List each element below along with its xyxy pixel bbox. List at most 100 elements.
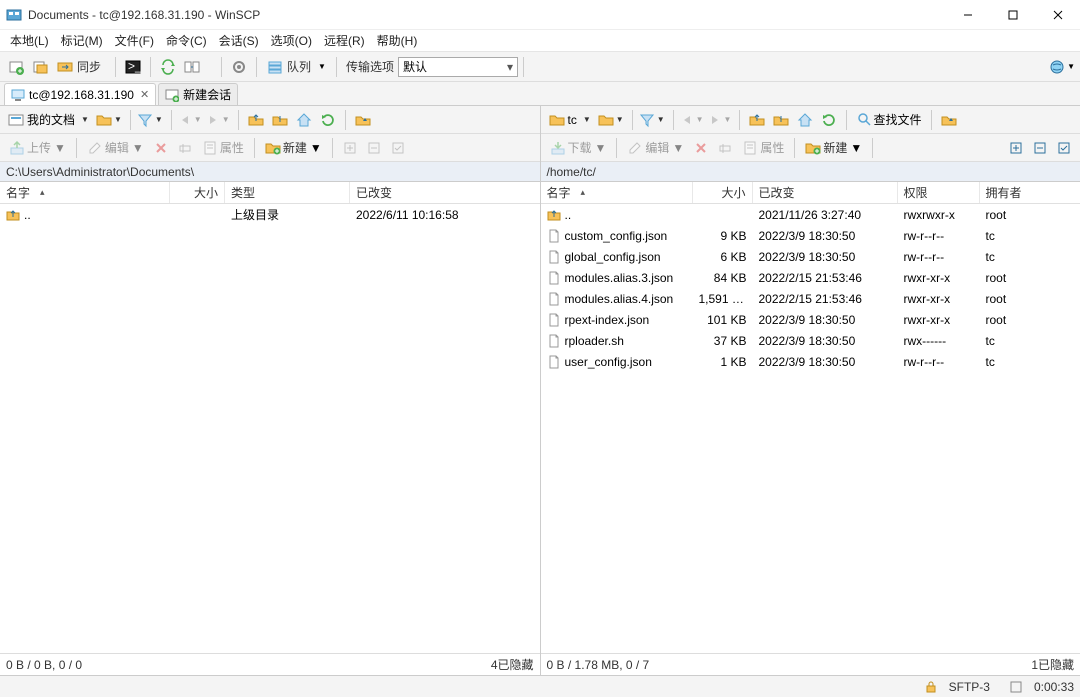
find-button[interactable]: 查找文件	[853, 109, 925, 131]
remote-file-list[interactable]: ..2021/11/26 3:27:40rwxrwxr-xrootcustom_…	[541, 204, 1080, 653]
col-changed[interactable]: 已改变	[350, 182, 540, 203]
bookmark-icon[interactable]	[352, 109, 374, 131]
upload-button[interactable]: 上传▼	[5, 137, 70, 159]
transfer-mode-select[interactable]: 默认 ▾	[398, 57, 518, 77]
gear-icon[interactable]	[228, 56, 250, 78]
folder-up-icon	[6, 208, 20, 222]
home-icon[interactable]	[794, 109, 816, 131]
col-rights[interactable]: 权限	[898, 182, 980, 203]
sites-icon[interactable]	[29, 56, 51, 78]
forward-icon[interactable]: ▼	[206, 109, 232, 131]
parent-dir-icon[interactable]	[746, 109, 768, 131]
edit-button[interactable]: 编辑▼	[83, 137, 148, 159]
local-drive-selector[interactable]: 我的文档 ▼	[4, 109, 95, 131]
sync-button[interactable]: 同步	[53, 56, 109, 78]
remote-pane: tc ▼ ▼ ▼ ▼ ▼ 查找文件 下载▼	[541, 106, 1080, 675]
list-item[interactable]: rploader.sh37 KB2022/3/9 18:30:50rwx----…	[541, 330, 1080, 351]
list-item[interactable]: global_config.json6 KB2022/3/9 18:30:50r…	[541, 246, 1080, 267]
tab-session-active[interactable]: tc@192.168.31.190 ✕	[4, 83, 156, 105]
list-item[interactable]: user_config.json1 KB2022/3/9 18:30:50rw-…	[541, 351, 1080, 372]
col-name[interactable]: 名字▴	[541, 182, 693, 203]
open-folder-icon[interactable]: ▼	[598, 109, 626, 131]
bookmark-icon[interactable]	[938, 109, 960, 131]
protocol-label: SFTP-3	[949, 680, 990, 694]
col-type[interactable]: 类型	[225, 182, 350, 203]
check-box-icon[interactable]	[387, 137, 409, 159]
col-owner[interactable]: 拥有者	[980, 182, 1080, 203]
open-folder-icon[interactable]: ▼	[96, 109, 124, 131]
local-file-list[interactable]: ..上级目录2022/6/11 10:16:58	[0, 204, 540, 653]
footer: SFTP-3 0:00:33	[0, 675, 1080, 697]
tab-new-session[interactable]: 新建会话	[158, 83, 238, 105]
refresh-icon[interactable]	[317, 109, 339, 131]
local-action-toolbar: 上传▼ 编辑▼ 属性 新建▼	[0, 134, 540, 162]
edit-button[interactable]: 编辑▼	[623, 137, 688, 159]
root-dir-icon[interactable]	[770, 109, 792, 131]
menu-remote[interactable]: 远程(R)	[318, 30, 371, 51]
check-box-icon[interactable]	[1053, 137, 1075, 159]
menu-help[interactable]: 帮助(H)	[371, 30, 424, 51]
terminal-icon[interactable]: >_	[122, 56, 144, 78]
menubar: 本地(L) 标记(M) 文件(F) 命令(C) 会话(S) 选项(O) 远程(R…	[0, 30, 1080, 52]
refresh-icon[interactable]	[818, 109, 840, 131]
props-button[interactable]: 属性	[738, 137, 788, 159]
list-item[interactable]: custom_config.json9 KB2022/3/9 18:30:50r…	[541, 225, 1080, 246]
list-item[interactable]: modules.alias.4.json1,591 KB2022/2/15 21…	[541, 288, 1080, 309]
back-icon[interactable]: ▼	[178, 109, 204, 131]
col-size[interactable]: 大小	[170, 182, 225, 203]
maximize-button[interactable]	[990, 0, 1035, 30]
file-icon	[547, 292, 561, 306]
menu-marks[interactable]: 标记(M)	[55, 30, 109, 51]
file-icon	[547, 355, 561, 369]
close-button[interactable]	[1035, 0, 1080, 30]
plus-box-icon[interactable]	[1005, 137, 1027, 159]
col-changed[interactable]: 已改变	[753, 182, 898, 203]
new-button[interactable]: 新建▼	[261, 137, 326, 159]
tab-close-icon[interactable]: ✕	[140, 88, 149, 101]
globe-refresh-icon[interactable]: ▼	[1049, 56, 1075, 78]
compare-dirs-icon[interactable]	[181, 56, 203, 78]
remote-status: 0 B / 1.78 MB, 0 / 7 1已隐藏	[541, 653, 1080, 675]
file-icon	[547, 334, 561, 348]
minimize-button[interactable]	[945, 0, 990, 30]
list-item[interactable]: ..上级目录2022/6/11 10:16:58	[0, 204, 540, 225]
rename-icon[interactable]	[174, 137, 196, 159]
lock-icon	[925, 681, 937, 693]
panes: 我的文档 ▼ ▼ ▼ ▼ ▼ 上传▼ 编辑▼	[0, 106, 1080, 675]
plus-box-icon[interactable]	[339, 137, 361, 159]
menu-options[interactable]: 选项(O)	[265, 30, 318, 51]
menu-session[interactable]: 会话(S)	[213, 30, 265, 51]
delete-icon[interactable]	[150, 137, 172, 159]
download-button[interactable]: 下载▼	[546, 137, 611, 159]
delete-icon[interactable]	[690, 137, 712, 159]
filter-icon[interactable]: ▼	[137, 109, 165, 131]
menu-local[interactable]: 本地(L)	[4, 30, 55, 51]
session-tabs: tc@192.168.31.190 ✕ 新建会话	[0, 82, 1080, 106]
new-session-icon[interactable]	[5, 56, 27, 78]
separator	[256, 57, 257, 77]
new-button[interactable]: 新建▼	[801, 137, 866, 159]
col-name[interactable]: 名字▴	[0, 182, 170, 203]
sync-browse-icon[interactable]	[157, 56, 179, 78]
list-item[interactable]: rpext-index.json101 KB2022/3/9 18:30:50r…	[541, 309, 1080, 330]
root-dir-icon[interactable]	[269, 109, 291, 131]
forward-icon[interactable]: ▼	[708, 109, 734, 131]
file-icon	[547, 271, 561, 285]
menu-commands[interactable]: 命令(C)	[160, 30, 213, 51]
minus-box-icon[interactable]	[363, 137, 385, 159]
queue-button[interactable]: 队列 ▼	[263, 56, 330, 78]
rename-icon[interactable]	[714, 137, 736, 159]
back-icon[interactable]: ▼	[680, 109, 706, 131]
parent-dir-icon[interactable]	[245, 109, 267, 131]
props-button[interactable]: 属性	[198, 137, 248, 159]
list-item[interactable]: ..2021/11/26 3:27:40rwxrwxr-xroot	[541, 204, 1080, 225]
filter-icon[interactable]: ▼	[639, 109, 667, 131]
minus-box-icon[interactable]	[1029, 137, 1051, 159]
remote-drive-selector[interactable]: tc ▼	[545, 109, 597, 131]
menu-files[interactable]: 文件(F)	[109, 30, 160, 51]
home-icon[interactable]	[293, 109, 315, 131]
local-status: 0 B / 0 B, 0 / 0 4已隐藏	[0, 653, 540, 675]
list-item[interactable]: modules.alias.3.json84 KB2022/2/15 21:53…	[541, 267, 1080, 288]
col-size[interactable]: 大小	[693, 182, 753, 203]
window-title: Documents - tc@192.168.31.190 - WinSCP	[28, 8, 945, 22]
